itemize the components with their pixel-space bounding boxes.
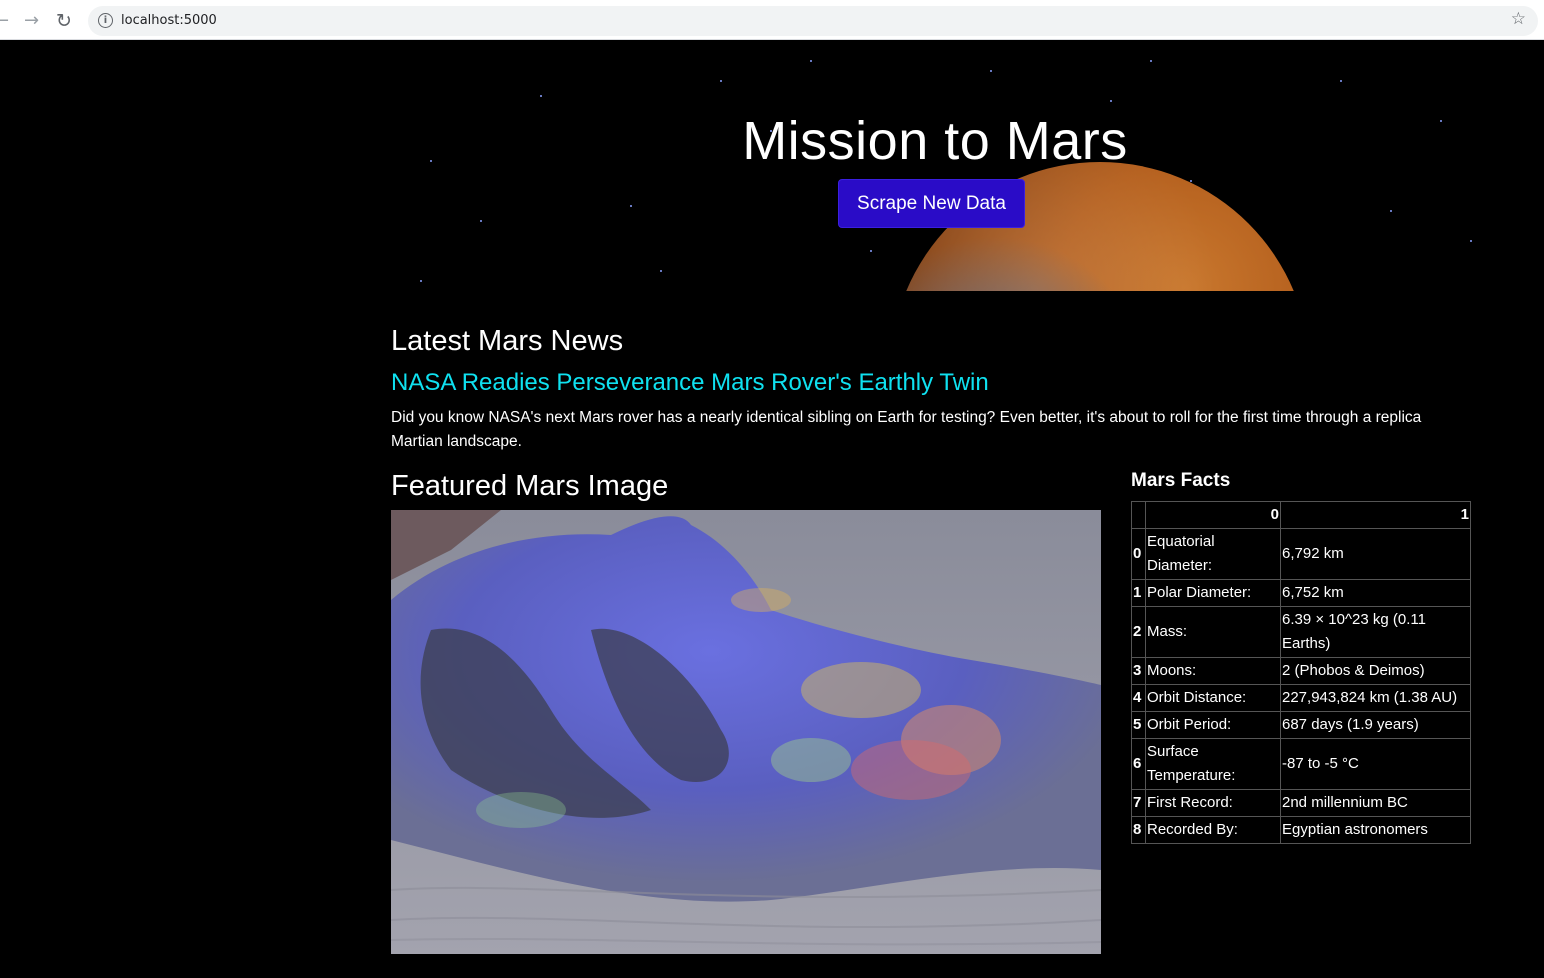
facts-row: 7 First Record: 2nd millennium BC (1131, 789, 1471, 817)
facts-row-index: 8 (1131, 816, 1146, 844)
mars-terrain-graphic (391, 510, 1101, 954)
facts-value-cell: 6,792 km (1280, 528, 1471, 580)
facts-label-cell: Equatorial Diameter: (1145, 528, 1281, 580)
star-dot (420, 280, 422, 282)
facts-label-cell: Polar Diameter: (1145, 579, 1281, 607)
facts-row: 2 Mass: 6.39 × 10^23 kg (0.11 Earths) (1131, 606, 1471, 658)
facts-label-cell: Recorded By: (1145, 816, 1281, 844)
news-paragraph: Did you know NASA's next Mars rover has … (391, 409, 1422, 450)
forward-arrow-icon[interactable]: → (24, 9, 39, 33)
facts-row-index: 6 (1131, 738, 1146, 790)
facts-value-cell: 227,943,824 km (1.38 AU) (1280, 684, 1471, 712)
facts-label-cell: Orbit Period: (1145, 711, 1281, 739)
star-dot (660, 270, 662, 272)
star-dot (540, 95, 542, 97)
mars-facts-table: 0 1 0 Equatorial Diameter: 6,792 km 1 Polar … (1131, 501, 1471, 844)
facts-label-cell: Surface Temperature: (1145, 738, 1281, 790)
star-dot (720, 80, 722, 82)
facts-row-index: 7 (1131, 789, 1146, 817)
bookmark-star-icon[interactable]: ☆ (1511, 9, 1526, 29)
featured-image-heading: Featured Mars Image (391, 470, 669, 502)
facts-label-cell: First Record: (1145, 789, 1281, 817)
facts-row-index: 3 (1131, 657, 1146, 685)
facts-label-cell: Mass: (1145, 606, 1281, 658)
star-dot (990, 70, 992, 72)
facts-header-row: 0 1 (1131, 501, 1471, 529)
scrape-new-data-button[interactable]: Scrape New Data (838, 179, 1025, 228)
star-dot (1470, 240, 1472, 242)
star-dot (1150, 60, 1152, 62)
facts-row: 5 Orbit Period: 687 days (1.9 years) (1131, 711, 1471, 739)
star-dot (1110, 100, 1112, 102)
facts-value-cell: 687 days (1.9 years) (1280, 711, 1471, 739)
facts-value-cell: Egyptian astronomers (1280, 816, 1471, 844)
facts-label-cell: Orbit Distance: (1145, 684, 1281, 712)
latest-news-heading: Latest Mars News (391, 325, 624, 357)
facts-row: 4 Orbit Distance: 227,943,824 km (1.38 AU) (1131, 684, 1471, 712)
back-arrow-icon[interactable]: ← (0, 9, 9, 33)
star-dot (810, 60, 812, 62)
facts-label-cell: Moons: (1145, 657, 1281, 685)
star-dot (480, 220, 482, 222)
hero-banner: Mission to Mars Scrape New Data (390, 40, 1480, 291)
address-url[interactable]: localhost:5000 (121, 13, 217, 28)
facts-value-cell: 2 (Phobos & Deimos) (1280, 657, 1471, 685)
facts-value-cell: -87 to -5 °C (1280, 738, 1471, 790)
facts-header-cell: 0 (1145, 501, 1281, 529)
facts-row: 0 Equatorial Diameter: 6,792 km (1131, 528, 1471, 580)
facts-row: 3 Moons: 2 (Phobos & Deimos) (1131, 657, 1471, 685)
facts-value-cell: 6.39 × 10^23 kg (0.11 Earths) (1280, 606, 1471, 658)
browser-toolbar: ← → ↻ i localhost:5000 ☆ (0, 0, 1544, 40)
address-bar[interactable]: i localhost:5000 ☆ (88, 6, 1538, 36)
star-dot (630, 205, 632, 207)
info-icon[interactable]: i (98, 13, 113, 28)
facts-row-index: 1 (1131, 579, 1146, 607)
facts-row-index: 4 (1131, 684, 1146, 712)
featured-mars-image[interactable] (391, 510, 1101, 954)
facts-row-index: 0 (1131, 528, 1146, 580)
facts-row: 1 Polar Diameter: 6,752 km (1131, 579, 1471, 607)
facts-row: 6 Surface Temperature: -87 to -5 °C (1131, 738, 1471, 790)
star-dot (1390, 210, 1392, 212)
facts-header-cell (1131, 501, 1146, 529)
star-dot (870, 250, 872, 252)
page-title: Mission to Mars (742, 111, 1128, 171)
facts-row: 8 Recorded By: Egyptian astronomers (1131, 816, 1471, 844)
mars-facts-heading: Mars Facts (1131, 470, 1231, 491)
facts-header-cell: 1 (1280, 501, 1471, 529)
reload-icon[interactable]: ↻ (56, 9, 72, 33)
facts-row-index: 5 (1131, 711, 1146, 739)
facts-row-index: 2 (1131, 606, 1146, 658)
facts-value-cell: 6,752 km (1280, 579, 1471, 607)
facts-value-cell: 2nd millennium BC (1280, 789, 1471, 817)
news-title-link[interactable]: NASA Readies Perseverance Mars Rover's E… (391, 369, 989, 397)
star-dot (1340, 80, 1342, 82)
